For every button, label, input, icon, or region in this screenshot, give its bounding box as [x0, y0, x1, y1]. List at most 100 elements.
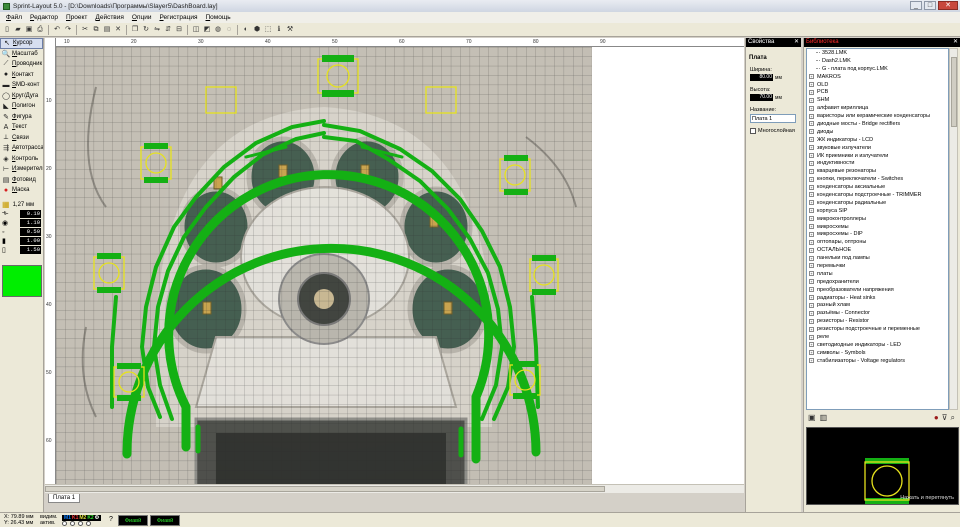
library-folder-item[interactable]: + светодиодные индикаторы - LED — [807, 341, 948, 349]
board-name-field[interactable]: Плата 1 — [750, 114, 796, 123]
autoroute-icon[interactable]: ⬢ — [252, 25, 262, 35]
expand-icon[interactable]: + — [809, 200, 814, 206]
menu-actions[interactable]: Действия — [91, 14, 127, 21]
expand-icon[interactable]: + — [809, 74, 814, 80]
library-folder-item[interactable]: + символы - Symbols — [807, 349, 948, 357]
library-file-item[interactable]: G - плата под корпус.LMK — [807, 65, 948, 73]
expand-icon[interactable]: + — [809, 208, 814, 214]
status-button-1[interactable]: Фиавй — [118, 515, 148, 526]
width-field[interactable]: 80.00 — [750, 74, 773, 81]
library-folder-item[interactable]: + перемычки — [807, 262, 948, 270]
multilayer-option[interactable]: Многослойная — [750, 128, 801, 134]
expand-icon[interactable]: + — [809, 326, 814, 332]
tool-test[interactable]: ◈ Контроль — [0, 154, 43, 165]
layer-radio-k1[interactable] — [70, 521, 75, 526]
tool-circle-arc[interactable]: ◯ Круг/Дуга — [0, 91, 43, 102]
library-folder-item[interactable]: + преобразователи напряжения — [807, 286, 948, 294]
library-folder-item[interactable]: + корпуса SIP — [807, 207, 948, 215]
expand-icon[interactable]: + — [809, 271, 814, 277]
redo-icon[interactable]: ↷ — [63, 25, 73, 35]
search-icon[interactable]: ⌕ — [951, 413, 955, 423]
expand-icon[interactable]: + — [809, 113, 814, 119]
minimize-button[interactable]: _ — [910, 1, 922, 10]
library-folder-item[interactable]: + диоды — [807, 128, 948, 136]
library-folder-item[interactable]: + MAKROS — [807, 73, 948, 81]
library-folder-item[interactable]: + резисторы - Resistor — [807, 317, 948, 325]
library-folder-item[interactable]: + конденсаторы подстроечные - TRIMMER — [807, 191, 948, 199]
expand-icon[interactable]: + — [809, 224, 814, 230]
layer-radio-m2[interactable] — [78, 521, 83, 526]
expand-icon[interactable]: + — [809, 255, 814, 261]
grid-size[interactable]: ▦ 1,27 мм — [0, 200, 43, 210]
library-folder-item[interactable]: + кварцевые резонаторы — [807, 167, 948, 175]
scrollbar-thumb[interactable] — [45, 486, 605, 492]
expand-icon[interactable]: + — [809, 176, 814, 182]
expand-icon[interactable]: + — [809, 105, 814, 111]
smd-width-field[interactable]: 1.00 — [20, 237, 41, 245]
library-folder-item[interactable]: + стабилизаторы - Voltage regulators — [807, 357, 948, 365]
library-folder-item[interactable]: + ИК приемники и излучатели — [807, 152, 948, 160]
tool-text[interactable]: A Текст — [0, 122, 43, 133]
library-folder-item[interactable]: + диодные мосты - Bridge rectifiers — [807, 120, 948, 128]
library-folder-item[interactable]: + микроконтроллеры — [807, 215, 948, 223]
tool-smd-pad[interactable]: ▬ SMD-конт — [0, 80, 43, 91]
zoom-icon[interactable]: ◐ — [241, 25, 251, 35]
library-folder-item[interactable]: + OLD — [807, 81, 948, 89]
tool-track[interactable]: ⟋ Проводник — [0, 59, 43, 70]
library-folder-item[interactable]: + SHM — [807, 96, 948, 104]
library-folder-item[interactable]: + предохранители — [807, 278, 948, 286]
tool-mask[interactable]: ● Маска — [0, 185, 43, 196]
unlock-icon[interactable]: ◌ — [224, 25, 234, 35]
info-icon[interactable]: ℹ — [274, 25, 284, 35]
expand-icon[interactable]: + — [809, 97, 814, 103]
status-button-2[interactable]: Фиавй — [150, 515, 180, 526]
expand-icon[interactable]: + — [809, 239, 814, 245]
expand-icon[interactable]: + — [809, 279, 814, 285]
expand-icon[interactable]: + — [809, 137, 814, 143]
record-icon[interactable]: ● — [934, 413, 939, 423]
pad-inner-field[interactable]: 0.50 — [20, 228, 41, 236]
expand-icon[interactable]: + — [809, 350, 814, 356]
library-file-item[interactable]: 3528.LMK — [807, 49, 948, 57]
library-folder-item[interactable]: + резисторы подстроечные и переменные — [807, 325, 948, 333]
ungroup-icon[interactable]: ◩ — [202, 25, 212, 35]
expand-icon[interactable]: + — [809, 153, 814, 159]
library-folder-item[interactable]: + индуктивности — [807, 159, 948, 167]
expand-icon[interactable]: + — [809, 129, 814, 135]
menu-registration[interactable]: Регистрация — [155, 14, 201, 21]
expand-icon[interactable]: + — [809, 231, 814, 237]
library-folder-item[interactable]: + микросхемы — [807, 223, 948, 231]
print-icon[interactable]: ⎙ — [35, 25, 45, 35]
expand-icon[interactable]: + — [809, 89, 814, 95]
library-folder-item[interactable]: + кнопки, переключатели - Switches — [807, 175, 948, 183]
expand-icon[interactable]: + — [809, 334, 814, 340]
menu-project[interactable]: Проект — [62, 14, 91, 21]
library-folder-item[interactable]: + звуковые излучатели — [807, 144, 948, 152]
expand-icon[interactable]: + — [809, 287, 814, 293]
library-scrollbar[interactable] — [949, 48, 958, 410]
library-scrollbar-thumb[interactable] — [951, 57, 957, 127]
save-icon[interactable]: ▣ — [24, 25, 34, 35]
expand-icon[interactable]: + — [809, 358, 814, 364]
library-folder-item[interactable]: + платы — [807, 270, 948, 278]
menu-help[interactable]: Помощь — [202, 14, 235, 21]
expand-icon[interactable]: + — [809, 302, 814, 308]
pad-outer-field[interactable]: 1.10 — [20, 219, 41, 227]
close-button[interactable]: ✕ — [938, 1, 958, 10]
expand-icon[interactable]: + — [809, 263, 814, 269]
cut-icon[interactable]: ✂ — [80, 25, 90, 35]
close-icon[interactable]: ✕ — [794, 38, 799, 47]
height-field[interactable]: 70.00 — [750, 94, 773, 101]
tool-polygon[interactable]: ◣ Полигон — [0, 101, 43, 112]
lock-icon[interactable]: ◍ — [213, 25, 223, 35]
layer-5[interactable]: Ф — [95, 515, 99, 521]
library-file-item[interactable]: Dash2.LMK — [807, 57, 948, 65]
expand-icon[interactable]: + — [809, 192, 814, 198]
close-icon[interactable]: ✕ — [953, 38, 958, 47]
track-width-field[interactable]: 0.10 — [20, 210, 41, 218]
library-folder-item[interactable]: + ЖК индикаторы - LCD — [807, 136, 948, 144]
maximize-button[interactable]: □ — [924, 1, 936, 10]
menu-file[interactable]: Файл — [2, 14, 26, 21]
smd-height-field[interactable]: 1.50 — [20, 246, 41, 254]
tool-icon[interactable]: ⚒ — [285, 25, 295, 35]
